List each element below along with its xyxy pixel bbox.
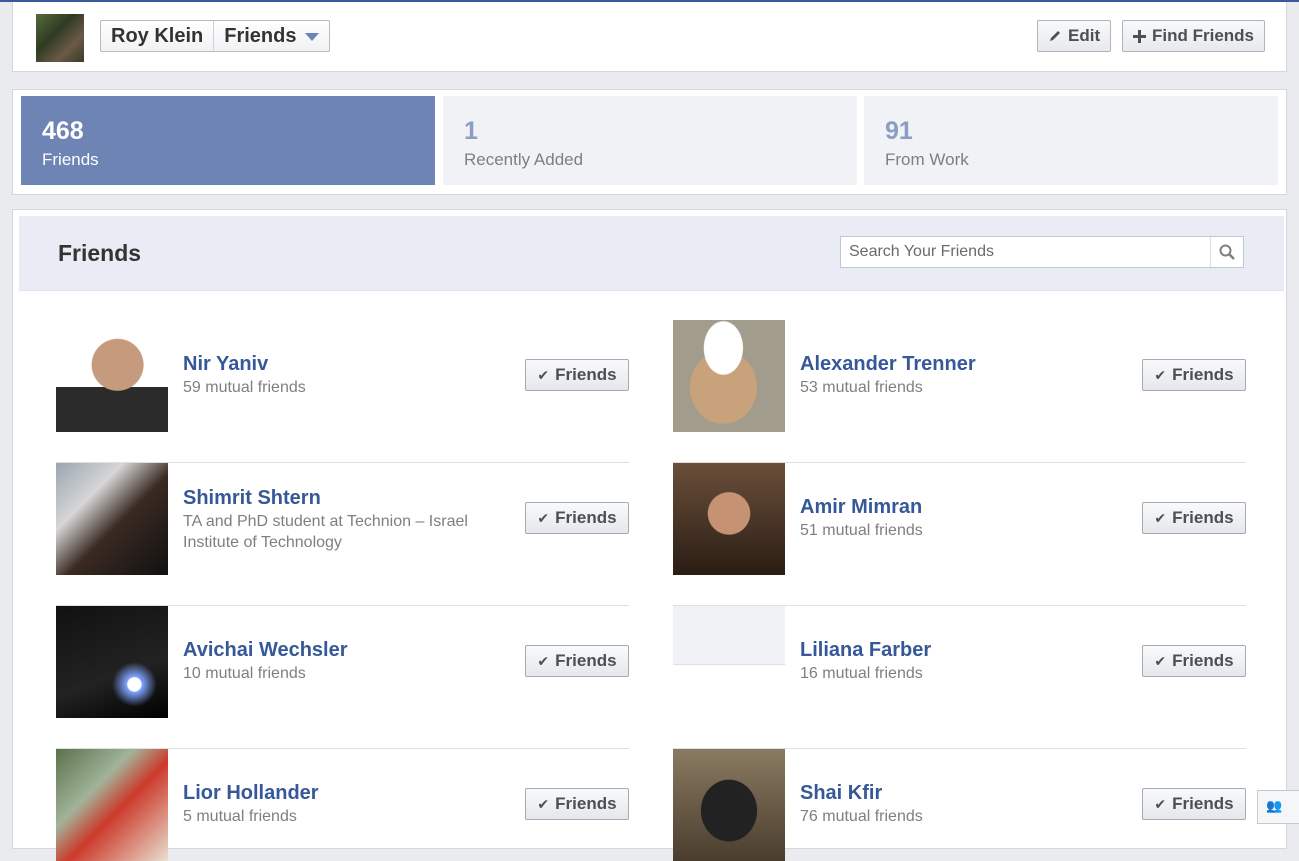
check-icon: ✔ xyxy=(537,652,550,669)
search-button[interactable] xyxy=(1210,237,1243,267)
friends-status-button[interactable]: ✔ Friends xyxy=(1142,502,1246,534)
friends-button-label: Friends xyxy=(1172,651,1234,670)
friends-button-label: Friends xyxy=(555,365,617,384)
friend-subtitle: 76 mutual friends xyxy=(800,808,923,825)
check-icon: ✔ xyxy=(537,795,550,812)
check-icon: ✔ xyxy=(1154,795,1167,812)
friend-search-input[interactable] xyxy=(841,238,1210,266)
friend-item: Shai Kfir 76 mutual friends ✔ Friends xyxy=(673,749,1246,861)
find-friends-label: Find Friends xyxy=(1152,26,1254,45)
section-label: Friends xyxy=(224,24,297,47)
friend-item: Avichai Wechsler 10 mutual friends ✔ Fri… xyxy=(56,606,629,749)
friend-subtitle: 16 mutual friends xyxy=(800,665,923,682)
friend-name-link[interactable]: Shai Kfir xyxy=(800,781,1120,805)
title-selector[interactable]: Roy Klein Friends xyxy=(100,20,330,52)
friends-status-button[interactable]: ✔ Friends xyxy=(525,645,629,677)
friend-name-link[interactable]: Shimrit Shtern xyxy=(183,486,503,510)
friends-status-button[interactable]: ✔ Friends xyxy=(1142,359,1246,391)
friend-name-link[interactable]: Nir Yaniv xyxy=(183,352,503,376)
friend-subtitle: 59 mutual friends xyxy=(183,379,306,396)
stat-count: 91 xyxy=(885,117,913,145)
stat-tab-from-work[interactable]: 91 From Work xyxy=(864,96,1278,185)
friends-panel-title: Friends xyxy=(58,240,142,266)
pencil-icon xyxy=(1050,31,1060,41)
edit-button[interactable]: Edit xyxy=(1037,20,1112,52)
friend-item: Alexander Trenner 53 mutual friends ✔ Fr… xyxy=(673,320,1246,463)
find-friends-button[interactable]: Find Friends xyxy=(1122,20,1265,52)
friend-subtitle: 10 mutual friends xyxy=(183,665,306,682)
friend-photo[interactable] xyxy=(673,463,785,575)
friend-stats-bar: 468 Friends 1 Recently Added 91 From Wor… xyxy=(12,89,1287,195)
friend-photo[interactable] xyxy=(56,749,168,861)
stat-count: 468 xyxy=(42,117,84,145)
friend-photo[interactable] xyxy=(56,320,168,432)
plus-icon xyxy=(1133,29,1146,43)
friend-item: Shimrit Shtern TA and PhD student at Tec… xyxy=(56,463,629,606)
friend-photo[interactable] xyxy=(673,749,785,861)
stat-count: 1 xyxy=(464,117,478,145)
friends-button-label: Friends xyxy=(1172,508,1234,527)
friend-subtitle: TA and PhD student at Technion – Israel … xyxy=(183,513,468,551)
stat-label: From Work xyxy=(885,150,969,169)
friends-status-button[interactable]: ✔ Friends xyxy=(1142,788,1246,820)
chat-sidebar-tab[interactable]: 👥 xyxy=(1257,790,1299,824)
friend-item: Nir Yaniv 59 mutual friends ✔ Friends xyxy=(56,320,629,463)
friends-button-label: Friends xyxy=(555,794,617,813)
friend-subtitle: 5 mutual friends xyxy=(183,808,297,825)
friend-name-link[interactable]: Lior Hollander xyxy=(183,781,503,805)
friend-item: Liliana Farber 16 mutual friends ✔ Frien… xyxy=(673,606,1246,749)
friends-status-button[interactable]: ✔ Friends xyxy=(525,788,629,820)
friends-panel-header: Friends xyxy=(19,216,1284,291)
friend-name-link[interactable]: Avichai Wechsler xyxy=(183,638,503,662)
check-icon: ✔ xyxy=(537,366,550,383)
friend-name-link[interactable]: Alexander Trenner xyxy=(800,352,1120,376)
check-icon: ✔ xyxy=(537,509,550,526)
friend-item: Amir Mimran 51 mutual friends ✔ Friends xyxy=(673,463,1246,606)
friends-button-label: Friends xyxy=(1172,794,1234,813)
friend-search-box xyxy=(840,236,1244,268)
stat-label: Friends xyxy=(42,150,99,169)
profile-avatar[interactable] xyxy=(36,14,84,62)
check-icon: ✔ xyxy=(1154,366,1167,383)
check-icon: ✔ xyxy=(1154,509,1167,526)
stat-label: Recently Added xyxy=(464,150,584,169)
friend-photo[interactable] xyxy=(673,606,785,665)
friend-photo[interactable] xyxy=(56,463,168,575)
friend-subtitle: 53 mutual friends xyxy=(800,379,923,396)
magnifier-icon xyxy=(1219,244,1235,260)
profile-name-link[interactable]: Roy Klein xyxy=(101,21,215,51)
section-dropdown[interactable]: Friends xyxy=(214,21,328,51)
friends-button-label: Friends xyxy=(555,651,617,670)
profile-header: Roy Klein Friends Edit Find Friends xyxy=(12,2,1287,72)
stat-tab-friends[interactable]: 468 Friends xyxy=(21,96,435,185)
friends-button-label: Friends xyxy=(1172,365,1234,384)
friends-status-button[interactable]: ✔ Friends xyxy=(525,502,629,534)
friends-status-button[interactable]: ✔ Friends xyxy=(525,359,629,391)
chat-icon: 👥 xyxy=(1266,798,1283,813)
edit-button-label: Edit xyxy=(1068,26,1101,45)
friends-status-button[interactable]: ✔ Friends xyxy=(1142,645,1246,677)
friend-photo[interactable] xyxy=(673,320,785,432)
check-icon: ✔ xyxy=(1154,652,1167,669)
friend-photo[interactable] xyxy=(56,606,168,718)
friend-name-link[interactable]: Liliana Farber xyxy=(800,638,1120,662)
friend-item: Lior Hollander 5 mutual friends ✔ Friend… xyxy=(56,749,629,861)
friend-subtitle: 51 mutual friends xyxy=(800,522,923,539)
caret-down-icon xyxy=(304,33,319,41)
friends-button-label: Friends xyxy=(555,508,617,527)
friend-name-link[interactable]: Amir Mimran xyxy=(800,495,1120,519)
stat-tab-recently-added[interactable]: 1 Recently Added xyxy=(443,96,857,185)
